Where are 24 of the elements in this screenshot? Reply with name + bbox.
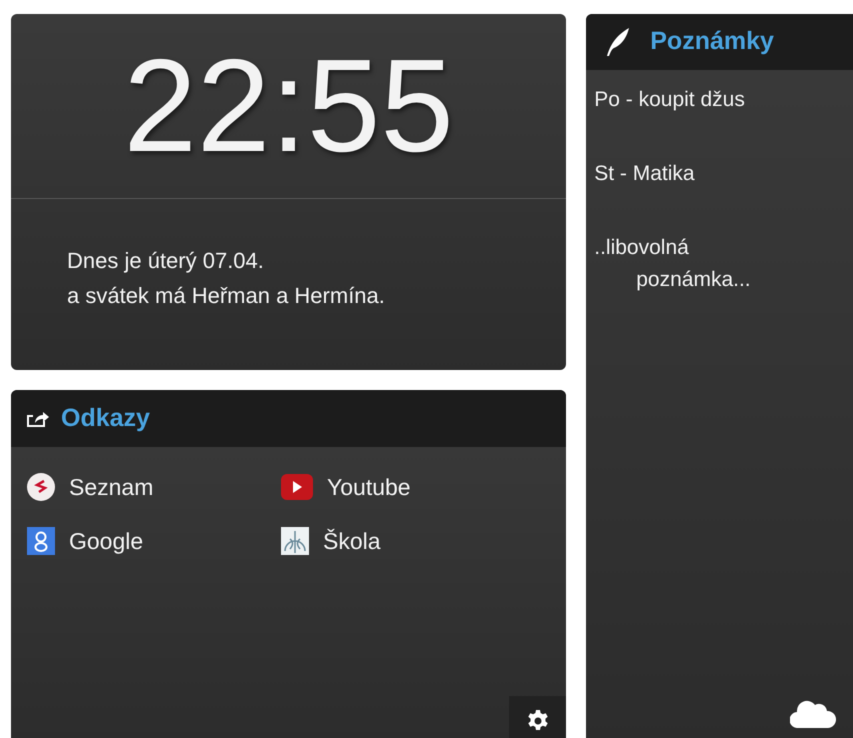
note-text: Po - koupit džus <box>594 87 746 113</box>
play-icon <box>281 474 313 500</box>
link-label: Youtube <box>327 473 411 502</box>
circle-icon <box>27 473 55 501</box>
panel-title: Odkazy <box>61 402 150 434</box>
clock-time: 22:55 <box>123 40 454 172</box>
link-label: Seznam <box>69 473 154 502</box>
g-icon <box>27 527 55 555</box>
note-text: St - Matika <box>594 161 696 187</box>
date-text: Dnes je úterý 07.04. <box>67 247 265 275</box>
note-text: ..libovolná poznámka... <box>594 235 752 293</box>
link-label: Google <box>69 527 144 556</box>
link-item[interactable]: Seznam <box>27 469 281 505</box>
settings-button[interactable] <box>509 696 566 738</box>
cloud-icon[interactable] <box>790 698 836 728</box>
nameday-text: a svátek má Heřman a Hermína. <box>67 282 386 310</box>
emblem-icon <box>281 527 309 555</box>
link-item[interactable]: Škola <box>281 523 531 559</box>
link-label: Škola <box>323 527 381 556</box>
feather-icon <box>606 27 630 57</box>
link-item[interactable]: Google <box>27 523 281 559</box>
panel-title: Poznámky <box>650 26 774 58</box>
gear-icon <box>526 708 550 732</box>
link-item[interactable]: Youtube <box>281 469 531 505</box>
